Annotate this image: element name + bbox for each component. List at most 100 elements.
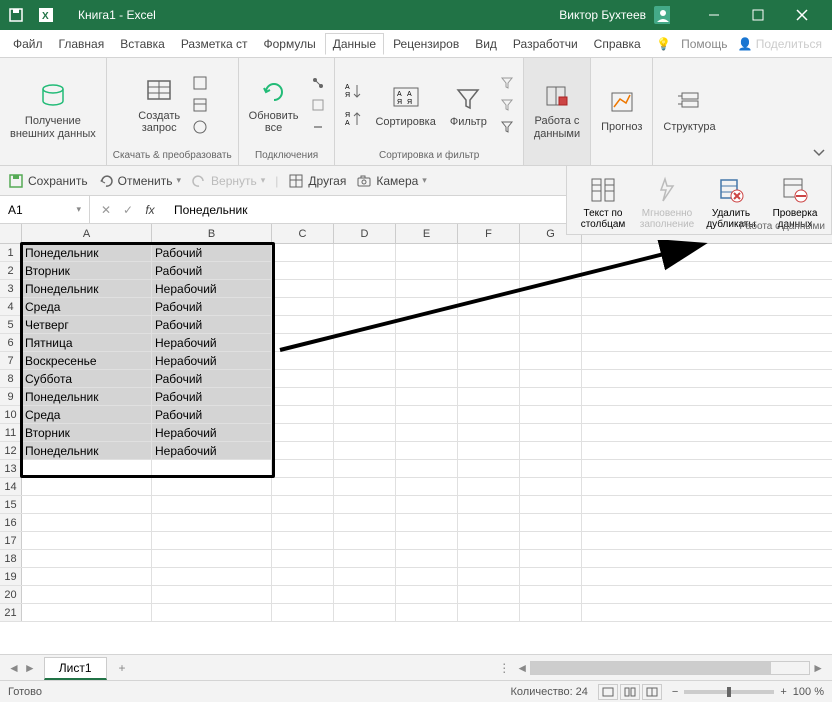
cell[interactable] <box>396 262 458 279</box>
row-header[interactable]: 2 <box>0 262 22 279</box>
menu-справка[interactable]: Справка <box>587 34 648 54</box>
row-header[interactable]: 18 <box>0 550 22 567</box>
maximize-button[interactable] <box>736 0 780 30</box>
cell[interactable]: Вторник <box>22 262 152 279</box>
cell[interactable] <box>458 280 520 297</box>
cell[interactable] <box>458 244 520 261</box>
cell[interactable] <box>396 370 458 387</box>
cell[interactable] <box>272 478 334 495</box>
cell[interactable] <box>152 586 272 603</box>
cell[interactable] <box>272 586 334 603</box>
cell[interactable] <box>520 604 582 621</box>
cell[interactable] <box>152 478 272 495</box>
row-header[interactable]: 3 <box>0 280 22 297</box>
cell[interactable] <box>22 568 152 585</box>
cell[interactable]: Рабочий <box>152 370 272 387</box>
cell[interactable] <box>272 460 334 477</box>
cell[interactable] <box>458 370 520 387</box>
cell[interactable] <box>396 604 458 621</box>
cell[interactable] <box>22 460 152 477</box>
cell[interactable] <box>22 604 152 621</box>
cell[interactable] <box>458 478 520 495</box>
cell[interactable] <box>396 568 458 585</box>
user-avatar[interactable] <box>654 7 670 23</box>
recent-sources-button[interactable] <box>190 117 210 137</box>
cell[interactable] <box>334 604 396 621</box>
menu-данные[interactable]: Данные <box>325 33 384 55</box>
cell[interactable] <box>334 442 396 459</box>
cell[interactable]: Понедельник <box>22 442 152 459</box>
advanced-filter-button[interactable] <box>497 117 517 137</box>
accept-formula-icon[interactable]: ✓ <box>120 202 136 218</box>
row-header[interactable]: 15 <box>0 496 22 513</box>
cell[interactable] <box>520 568 582 585</box>
zoom-in-button[interactable]: + <box>780 686 786 698</box>
cell[interactable] <box>152 460 272 477</box>
cell[interactable] <box>520 280 582 297</box>
cell[interactable] <box>334 334 396 351</box>
cell[interactable]: Среда <box>22 406 152 423</box>
cell[interactable] <box>334 460 396 477</box>
cell[interactable] <box>458 352 520 369</box>
redo-button[interactable]: Вернуть▾ <box>191 173 265 189</box>
cell[interactable] <box>458 550 520 567</box>
cell[interactable] <box>334 262 396 279</box>
flash-fill-button[interactable]: Мгновенно заполнение <box>635 172 699 232</box>
menu-разработчи[interactable]: Разработчи <box>506 34 585 54</box>
cell[interactable] <box>458 262 520 279</box>
cell[interactable]: Нерабочий <box>152 424 272 441</box>
cell[interactable] <box>334 550 396 567</box>
row-header[interactable]: 5 <box>0 316 22 333</box>
cell[interactable] <box>272 424 334 441</box>
scroll-right-icon[interactable]: ► <box>812 661 824 675</box>
cell[interactable]: Нерабочий <box>152 352 272 369</box>
cell[interactable] <box>152 604 272 621</box>
cell[interactable] <box>22 478 152 495</box>
cell[interactable] <box>458 442 520 459</box>
cell[interactable] <box>334 568 396 585</box>
user-name[interactable]: Виктор Бухтеев <box>559 8 646 22</box>
menu-главная[interactable]: Главная <box>52 34 112 54</box>
horizontal-scrollbar[interactable] <box>530 661 810 675</box>
cell[interactable] <box>520 442 582 459</box>
cell[interactable] <box>458 514 520 531</box>
cell[interactable] <box>396 424 458 441</box>
connections-button[interactable] <box>308 73 328 93</box>
cell[interactable] <box>520 550 582 567</box>
properties-button[interactable] <box>308 95 328 115</box>
cell[interactable] <box>520 298 582 315</box>
cell[interactable] <box>22 514 152 531</box>
cell[interactable]: Рабочий <box>152 244 272 261</box>
cell[interactable]: Понедельник <box>22 244 152 261</box>
share-button[interactable]: 👤 Поделиться <box>737 37 822 51</box>
scroll-left-icon[interactable]: ◄ <box>516 661 528 675</box>
cell[interactable]: Воскресенье <box>22 352 152 369</box>
cell[interactable]: Вторник <box>22 424 152 441</box>
cell[interactable] <box>272 550 334 567</box>
undo-button[interactable]: Отменить▾ <box>98 173 181 189</box>
cell[interactable] <box>334 532 396 549</box>
cell[interactable] <box>152 496 272 513</box>
cell[interactable] <box>520 388 582 405</box>
from-table-button[interactable] <box>190 95 210 115</box>
cell[interactable] <box>334 586 396 603</box>
cell[interactable]: Суббота <box>22 370 152 387</box>
sort-desc-button[interactable]: ЯА <box>341 107 365 131</box>
menu-рецензиров[interactable]: Рецензиров <box>386 34 466 54</box>
row-header[interactable]: 17 <box>0 532 22 549</box>
row-header[interactable]: 12 <box>0 442 22 459</box>
fx-icon[interactable]: fx <box>142 202 158 218</box>
cell[interactable] <box>458 424 520 441</box>
select-all-cell[interactable] <box>0 224 22 243</box>
menu-файл[interactable]: Файл <box>6 34 50 54</box>
cell[interactable] <box>396 352 458 369</box>
cell[interactable] <box>272 352 334 369</box>
sheet-tab[interactable]: Лист1 <box>44 657 107 680</box>
row-header[interactable]: 14 <box>0 478 22 495</box>
cell[interactable] <box>272 316 334 333</box>
collapse-ribbon-icon[interactable] <box>812 145 826 159</box>
cell[interactable]: Понедельник <box>22 388 152 405</box>
cell[interactable] <box>22 532 152 549</box>
cell[interactable] <box>272 514 334 531</box>
cell[interactable] <box>458 604 520 621</box>
